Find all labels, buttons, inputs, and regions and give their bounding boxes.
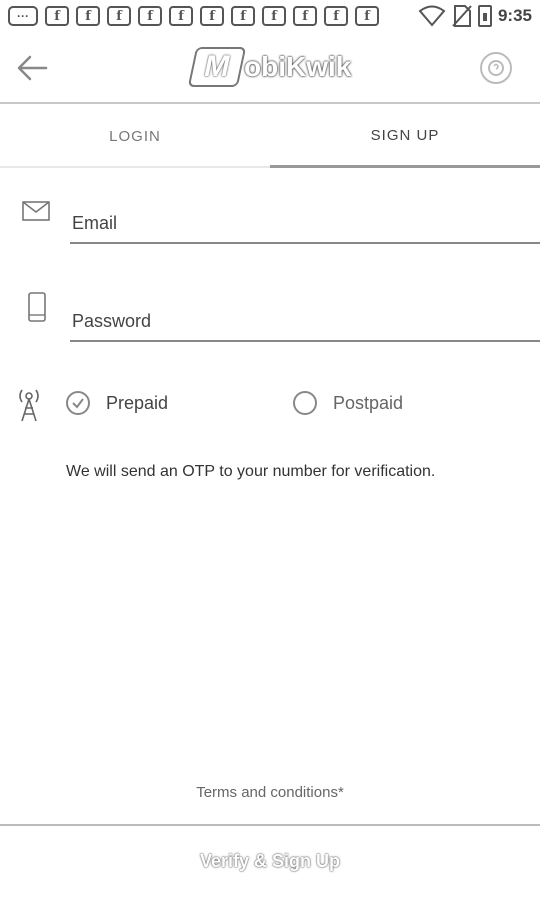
facebook-notification-icon: f [324, 6, 348, 26]
facebook-notification-icon: f [76, 6, 100, 26]
radio-postpaid-label: Postpaid [333, 392, 404, 413]
app-header: M obiKwik [0, 32, 540, 104]
facebook-notification-icon: f [169, 6, 193, 26]
notification-icons: ··· f f f f f f f f f f f [8, 6, 379, 26]
facebook-notification-icon: f [107, 6, 131, 26]
password-field[interactable] [70, 302, 540, 342]
facebook-notification-icon: f [45, 6, 69, 26]
facebook-notification-icon: f [355, 6, 379, 26]
tab-sign-up[interactable]: SIGN UP [270, 106, 540, 168]
help-circle-icon [488, 60, 504, 76]
no-sim-icon [452, 5, 472, 27]
mobikwik-logo: M obiKwik [187, 46, 352, 88]
status-indicators: 9:35 [418, 4, 532, 28]
verify-sign-up-button[interactable]: Verify & Sign Up [0, 826, 540, 897]
signal-tower-icon [19, 389, 39, 422]
back-button[interactable] [14, 50, 50, 86]
status-time: 9:35 [497, 6, 532, 25]
wifi-icon [418, 5, 446, 27]
phone-icon [28, 292, 46, 322]
help-button[interactable] [480, 52, 512, 84]
arrow-left-icon [17, 55, 48, 81]
facebook-notification-icon: f [293, 6, 317, 26]
battery-icon [477, 5, 492, 27]
terms-link[interactable]: Terms and conditions* [0, 784, 540, 801]
auth-tabs: LOGIN SIGN UP [0, 106, 540, 168]
more-notifications-icon: ··· [8, 6, 38, 26]
radio-checked-icon [66, 391, 90, 415]
radio-prepaid-label: Prepaid [106, 392, 169, 413]
facebook-notification-icon: f [138, 6, 162, 26]
radio-postpaid[interactable]: Postpaid [293, 391, 403, 415]
tab-login[interactable]: LOGIN [0, 106, 270, 168]
facebook-notification-icon: f [231, 6, 255, 26]
status-bar: ··· f f f f f f f f f f f 9:35 [0, 0, 540, 32]
email-field[interactable] [70, 204, 540, 244]
facebook-notification-icon: f [262, 6, 286, 26]
otp-note: We will send an OTP to your number for v… [66, 463, 436, 480]
logo-text: obiKwik [244, 51, 352, 82]
facebook-notification-icon: f [200, 6, 224, 26]
radio-unchecked-icon [293, 391, 317, 415]
radio-prepaid[interactable]: Prepaid [66, 391, 168, 415]
logo-mark: M [187, 47, 247, 87]
mail-icon [22, 201, 50, 221]
